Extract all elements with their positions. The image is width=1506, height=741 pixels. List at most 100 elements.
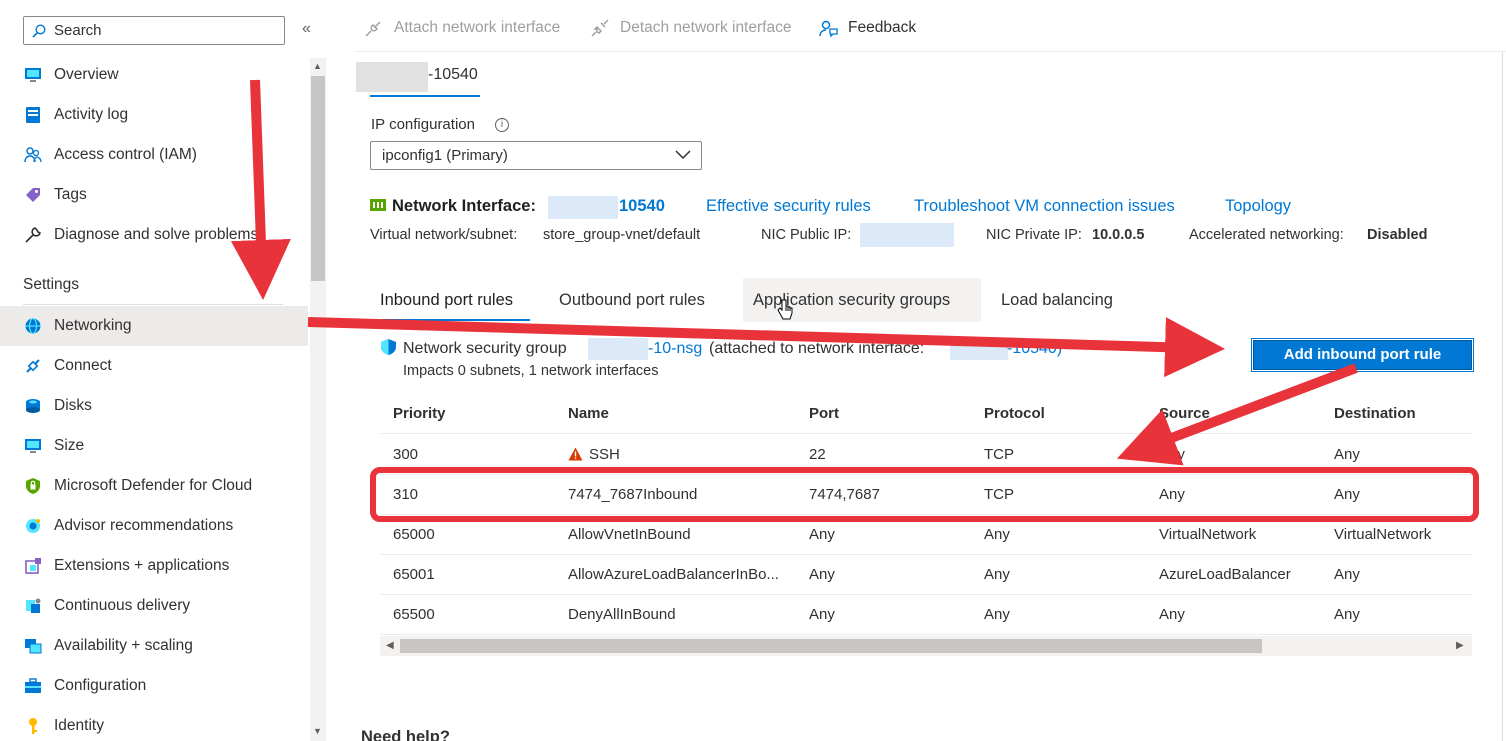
column-header-priority[interactable]: Priority (393, 394, 446, 434)
add-inbound-port-rule-button[interactable]: Add inbound port rule (1251, 338, 1474, 372)
collapse-sidebar-icon[interactable]: « (302, 20, 311, 38)
feedback-label: Feedback (848, 19, 917, 36)
sidebar-item-extensions[interactable]: Extensions + applications (0, 546, 308, 586)
network-interface-link[interactable]: 10540 (619, 197, 665, 216)
sidebar-item-label: Advisor recommendations (54, 517, 234, 534)
vnet-link[interactable]: store_group-vnet/default (543, 227, 700, 243)
sidebar-item-disks[interactable]: Disks (0, 386, 308, 426)
table-row[interactable]: 65000 AllowVnetInBound Any Any VirtualNe… (380, 515, 1472, 555)
info-icon[interactable]: i (495, 118, 509, 132)
cell-priority: 65001 (393, 566, 435, 583)
detach-label: Detach network interface (620, 19, 792, 36)
feedback-button[interactable]: Feedback (818, 18, 916, 38)
sidebar-item-overview[interactable]: Overview (0, 55, 308, 95)
scroll-left-icon[interactable]: ◀ (386, 640, 394, 651)
table-row[interactable]: 300 SSH 22 TCP Any Any (380, 435, 1472, 475)
cell-port: 7474,7687 (809, 486, 880, 503)
redacted-area (950, 338, 1008, 360)
feedback-icon (819, 20, 838, 38)
ip-configuration-value: ipconfig1 (Primary) (382, 147, 508, 164)
extensions-icon (24, 557, 42, 575)
troubleshoot-link[interactable]: Troubleshoot VM connection issues (914, 197, 1175, 216)
advisor-icon (24, 517, 42, 535)
need-help-heading: Need help? (361, 728, 450, 741)
search-icon (32, 23, 46, 38)
column-header-protocol[interactable]: Protocol (984, 394, 1045, 434)
topology-link[interactable]: Topology (1225, 197, 1291, 216)
sidebar-item-size[interactable]: Size (0, 426, 308, 466)
toolbox-icon (24, 677, 42, 695)
cell-name: AllowVnetInBound (568, 526, 691, 543)
table-row[interactable]: 310 7474_7687Inbound 7474,7687 TCP Any A… (380, 475, 1472, 515)
sidebar-item-networking[interactable]: Networking (0, 306, 308, 346)
cell-destination: Any (1334, 566, 1360, 583)
delivery-icon (24, 597, 42, 615)
rule-name: SSH (589, 446, 620, 463)
scroll-down-icon[interactable]: ▼ (313, 726, 322, 736)
cell-protocol: Any (984, 566, 1010, 583)
key-icon (24, 717, 42, 735)
nsg-link[interactable]: -10-nsg (648, 340, 702, 358)
sidebar-item-configuration[interactable]: Configuration (0, 666, 308, 706)
table-row[interactable]: 65500 DenyAllInBound Any Any Any Any (380, 595, 1472, 635)
scroll-up-icon[interactable]: ▲ (313, 61, 322, 71)
redacted-area (860, 223, 954, 247)
sidebar-item-label: Configuration (54, 677, 147, 694)
network-interface-title: Network Interface: (392, 197, 536, 215)
sidebar-item-label: Connect (54, 357, 112, 374)
search-placeholder: Search (54, 22, 102, 39)
tab-outbound-port-rules[interactable]: Outbound port rules (559, 278, 705, 322)
cell-port: Any (809, 526, 835, 543)
cell-protocol: Any (984, 606, 1010, 623)
search-input[interactable]: Search (23, 16, 285, 45)
column-header-port[interactable]: Port (809, 394, 839, 434)
accelerated-networking-label: Accelerated networking: (1189, 227, 1344, 243)
sidebar-scrollbar[interactable]: ▲ ▼ (310, 58, 326, 741)
sidebar-item-access-control[interactable]: Access control (IAM) (0, 135, 308, 175)
scroll-thumb[interactable] (311, 76, 325, 281)
sidebar-item-connect[interactable]: Connect (0, 346, 308, 386)
tag-icon (24, 186, 42, 204)
sidebar-item-label: Availability + scaling (54, 637, 193, 654)
effective-security-rules-link[interactable]: Effective security rules (706, 197, 871, 216)
accelerated-networking-value: Disabled (1367, 227, 1428, 243)
attach-network-interface-button[interactable]: Attach network interface (364, 18, 560, 38)
sidebar-item-identity[interactable]: Identity (0, 706, 308, 741)
tab-load-balancing[interactable]: Load balancing (1001, 278, 1113, 322)
sidebar-item-activity-log[interactable]: Activity log (0, 95, 308, 135)
vnet-label: Virtual network/subnet: (370, 227, 518, 243)
column-header-name[interactable]: Name (568, 394, 609, 434)
sidebar-item-availability[interactable]: Availability + scaling (0, 626, 308, 666)
cell-protocol: TCP (984, 486, 1014, 503)
sidebar-item-diagnose[interactable]: Diagnose and solve problems (0, 215, 308, 255)
settings-section-header: Settings (23, 276, 80, 293)
cell-source: VirtualNetwork (1159, 526, 1257, 543)
monitor-icon (24, 437, 42, 455)
detach-network-interface-button[interactable]: Detach network interface (590, 18, 791, 38)
cell-port: Any (809, 566, 835, 583)
cell-name: SSH (568, 435, 620, 475)
nic-tab-label: -10540 (428, 66, 478, 83)
nsg-nic-link[interactable]: -10540) (1007, 340, 1062, 358)
ip-configuration-dropdown[interactable]: ipconfig1 (Primary) (370, 141, 702, 170)
sidebar-item-continuous-delivery[interactable]: Continuous delivery (0, 586, 308, 626)
sidebar-item-defender[interactable]: Microsoft Defender for Cloud (0, 466, 308, 506)
table-horizontal-scrollbar[interactable]: ◀ ▶ (380, 636, 1472, 656)
sidebar-item-label: Size (54, 437, 85, 454)
sidebar-item-tags[interactable]: Tags (0, 175, 308, 215)
tab-inbound-port-rules[interactable]: Inbound port rules (380, 278, 513, 322)
sidebar-item-label: Networking (54, 317, 132, 334)
public-ip-label: NIC Public IP: (761, 227, 852, 243)
scroll-thumb[interactable] (400, 639, 1262, 653)
cell-source: Any (1159, 606, 1185, 623)
table-row[interactable]: 65001 AllowAzureLoadBalancerInBo... Any … (380, 555, 1472, 595)
column-header-destination[interactable]: Destination (1334, 394, 1416, 434)
scroll-right-icon[interactable]: ▶ (1456, 640, 1464, 651)
divider (23, 304, 283, 305)
column-header-source[interactable]: Source (1159, 394, 1210, 434)
command-bar: Attach network interface Detach network … (356, 0, 1506, 52)
sidebar: Search « Overview Activity log Access co… (0, 0, 330, 741)
sidebar-item-advisor[interactable]: Advisor recommendations (0, 506, 308, 546)
sidebar-item-label: Diagnose and solve problems (54, 226, 259, 243)
sidebar-item-label: Microsoft Defender for Cloud (54, 477, 253, 494)
